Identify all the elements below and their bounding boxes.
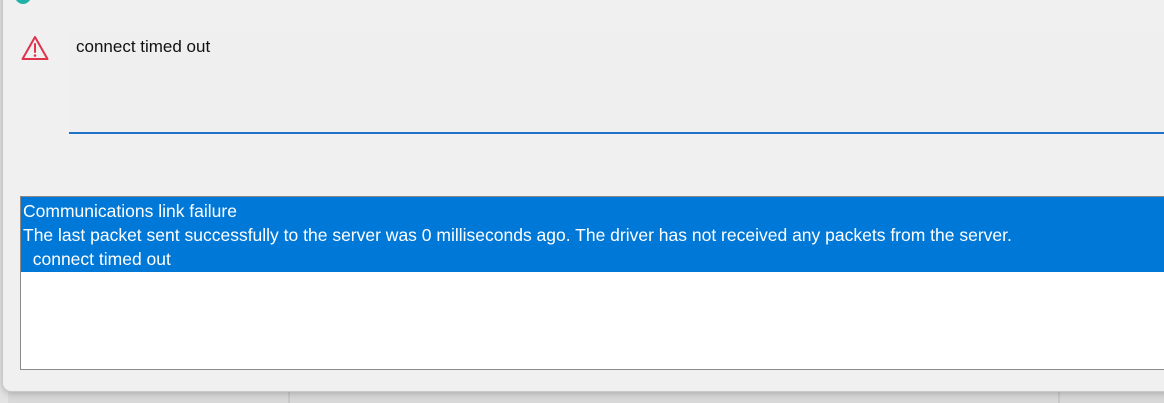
details-line-3: connect timed out bbox=[23, 249, 171, 269]
details-line-2: The last packet sent successfully to the… bbox=[23, 225, 1012, 245]
error-message-text: connect timed out bbox=[76, 37, 211, 56]
error-details-textarea[interactable]: Communications link failure The last pack… bbox=[20, 196, 1164, 370]
error-dialog: connect timed out Communications link fa… bbox=[3, 0, 1164, 391]
error-message-field[interactable]: connect timed out bbox=[69, 32, 1164, 134]
details-selection: Communications link failure The last pack… bbox=[21, 197, 1164, 272]
warning-icon bbox=[21, 36, 49, 60]
details-line-1: Communications link failure bbox=[23, 201, 237, 221]
app-icon bbox=[15, 0, 31, 4]
